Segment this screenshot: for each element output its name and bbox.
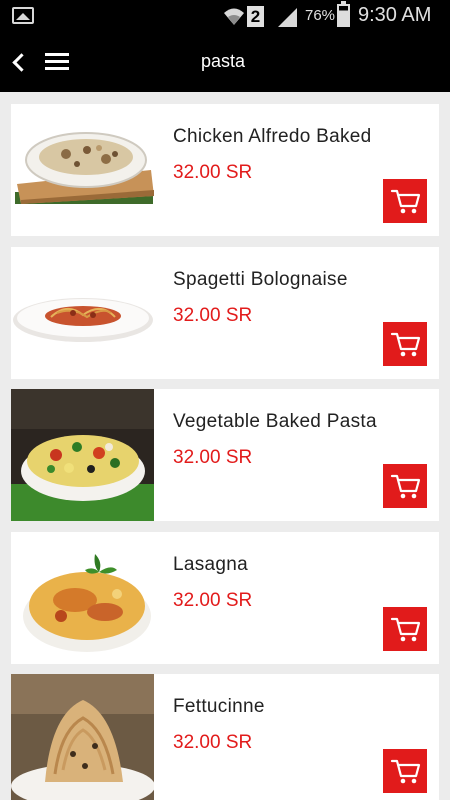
add-to-cart-button[interactable] [383, 749, 427, 793]
app-bar: pasta [0, 32, 450, 92]
chicken-alfredo-photo [11, 104, 154, 236]
clock: 9:30 AM [358, 4, 432, 26]
cart-icon [390, 332, 421, 356]
fettucinne-photo [11, 674, 154, 800]
product-name: Vegetable Baked Pasta [173, 411, 377, 432]
lasagna-photo [11, 531, 154, 664]
add-to-cart-button[interactable] [383, 179, 427, 223]
sim-icon: 2 [247, 6, 264, 27]
wifi-icon [224, 8, 244, 25]
gallery-icon [12, 7, 34, 24]
product-price: 32.00 SR [173, 732, 253, 753]
product-name: Chicken Alfredo Baked [173, 126, 372, 147]
cart-icon [390, 189, 421, 214]
signal-icon [278, 8, 297, 27]
product-name: Lasagna [173, 553, 249, 575]
product-name: Fettucinne [173, 696, 265, 717]
product-price: 32.00 SR [173, 162, 253, 183]
product-card[interactable]: Chicken Alfredo Baked 32.00 SR [11, 104, 439, 236]
product-card[interactable]: Spagetti Bolognaise 32.00 SR [11, 246, 439, 379]
cart-icon [390, 617, 421, 641]
status-bar: 2 76% 9:30 AM [0, 0, 450, 32]
add-to-cart-button[interactable] [383, 606, 427, 651]
product-card[interactable]: Vegetable Baked Pasta 32.00 SR [11, 389, 439, 521]
back-icon[interactable] [8, 46, 30, 78]
cart-icon [390, 759, 421, 784]
product-name: Spagetti Bolognaise [173, 268, 348, 290]
product-card[interactable]: Lasagna 32.00 SR [11, 531, 439, 664]
product-list[interactable]: Chicken Alfredo Baked 32.00 SR Spagetti … [11, 104, 439, 800]
product-card[interactable]: Fettucinne 32.00 SR [11, 674, 439, 800]
spaghetti-bolognaise-photo [11, 246, 154, 379]
add-to-cart-button[interactable] [383, 321, 427, 366]
vegetable-baked-pasta-photo [11, 389, 154, 521]
product-price: 32.00 SR [173, 447, 253, 468]
product-price: 32.00 SR [173, 589, 253, 611]
menu-icon[interactable] [43, 50, 71, 74]
product-price: 32.00 SR [173, 304, 253, 326]
add-to-cart-button[interactable] [383, 464, 427, 508]
cart-icon [390, 474, 421, 499]
page-title: pasta [201, 51, 246, 71]
battery-icon [337, 1, 350, 27]
battery-percent: 76% [305, 7, 336, 24]
